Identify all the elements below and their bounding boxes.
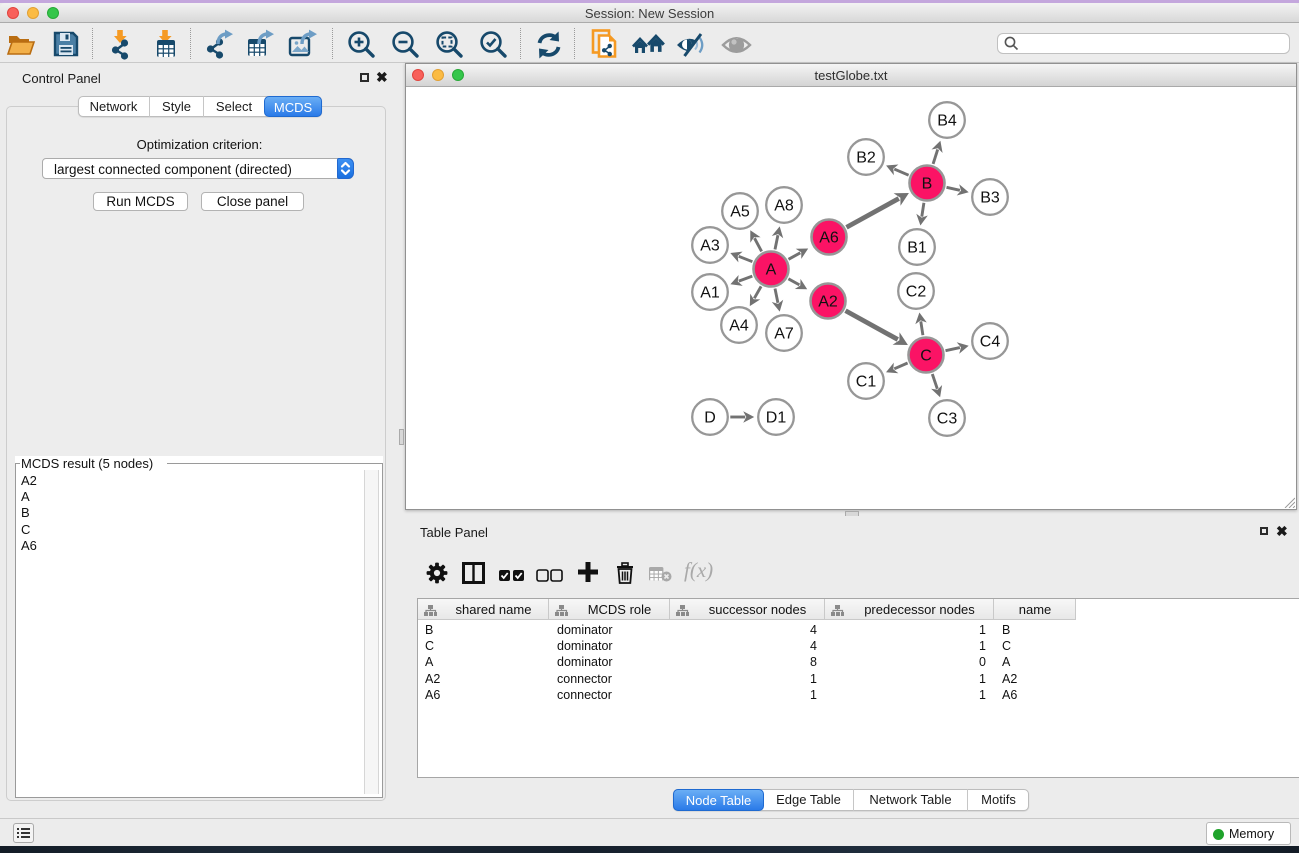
svg-text:A: A [766, 262, 777, 279]
svg-text:C1: C1 [856, 374, 877, 391]
svg-text:B1: B1 [907, 240, 927, 257]
svg-text:A5: A5 [730, 204, 750, 221]
svg-text:A7: A7 [774, 326, 794, 343]
svg-text:A8: A8 [774, 198, 794, 215]
svg-text:C2: C2 [906, 284, 927, 301]
svg-text:D: D [704, 410, 716, 427]
svg-text:B4: B4 [937, 113, 957, 130]
svg-text:A6: A6 [819, 230, 839, 247]
svg-text:A4: A4 [729, 318, 749, 335]
svg-text:C3: C3 [937, 411, 958, 428]
svg-text:B: B [922, 176, 933, 193]
svg-text:B2: B2 [856, 150, 876, 167]
svg-text:D1: D1 [766, 410, 787, 427]
svg-text:C4: C4 [980, 334, 1001, 351]
svg-text:C: C [920, 348, 932, 365]
svg-text:A3: A3 [700, 238, 720, 255]
svg-text:A2: A2 [818, 294, 838, 311]
svg-text:A1: A1 [700, 285, 720, 302]
svg-text:B3: B3 [980, 190, 1000, 207]
